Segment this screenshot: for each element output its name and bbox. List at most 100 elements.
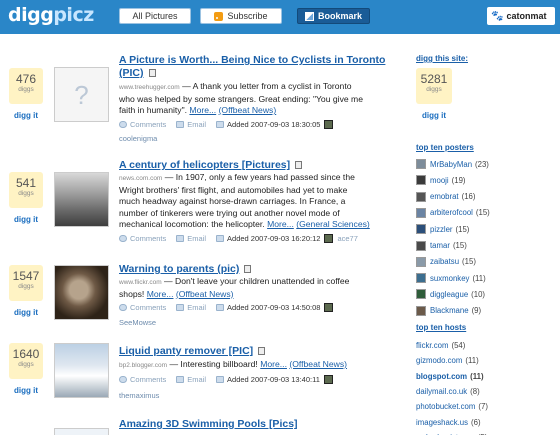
comments-icon	[119, 376, 127, 383]
poster-count: (15)	[462, 257, 476, 267]
story-thumbnail[interactable]	[54, 343, 109, 398]
email-link[interactable]: Email	[187, 375, 206, 384]
story-user-link[interactable]: SeeMowse	[119, 318, 156, 327]
poster-avatar	[416, 191, 426, 202]
site-digg-it-button[interactable]: digg it	[422, 111, 446, 120]
story-thumbnail[interactable]	[54, 265, 109, 320]
host-name[interactable]: flickr.com	[416, 341, 449, 350]
poster-item[interactable]: zaibatsu (15)	[416, 254, 476, 270]
poster-count: (23)	[475, 159, 489, 169]
comments-icon	[119, 235, 127, 242]
host-item[interactable]: flickr.com (54)	[416, 341, 465, 350]
poster-name[interactable]: zaibatsu	[430, 257, 459, 266]
digg-it-button[interactable]: digg it	[14, 111, 38, 120]
story-title-link[interactable]: A Picture is Worth... Being Nice to Cycl…	[119, 54, 385, 66]
poster-name[interactable]: diggleague	[430, 290, 468, 299]
added-icon	[216, 121, 225, 128]
host-name[interactable]: blogspot.com	[416, 372, 467, 381]
picture-type-icon	[244, 265, 252, 273]
comments-link[interactable]: Comments	[130, 234, 166, 243]
more-link[interactable]: More...	[267, 219, 294, 229]
story-source: www.treehugger.com	[119, 84, 180, 91]
comments-link[interactable]: Comments	[130, 375, 166, 384]
story-title-link[interactable]: Warning to parents (pic)	[119, 263, 252, 275]
story-user-link[interactable]: ace77	[337, 234, 357, 243]
user-avatar[interactable]	[323, 375, 333, 384]
digg-it-button[interactable]: digg it	[14, 308, 38, 317]
host-item[interactable]: gizmodo.com (11)	[416, 356, 479, 365]
site-digg-count: 5281	[420, 72, 448, 86]
poster-name[interactable]: arbiterofcool	[430, 208, 473, 217]
email-link[interactable]: Email	[187, 303, 206, 312]
poster-item[interactable]: tamar (15)	[416, 238, 467, 254]
host-name[interactable]: imageshack.us	[416, 418, 468, 427]
digg-it-button[interactable]: digg it	[14, 215, 38, 224]
digg-count: 1640	[12, 347, 40, 361]
poster-item[interactable]: suxmonkey (11)	[416, 270, 486, 286]
story-thumbnail[interactable]	[54, 172, 109, 227]
poster-item[interactable]: diggleague (10)	[416, 286, 485, 302]
story-source: www.flickr.com	[119, 279, 162, 286]
email-link[interactable]: Email	[187, 234, 206, 243]
story-meta: Comments Email Added 2007-09-03 14:50:08	[119, 303, 337, 312]
category-link[interactable]: (General Sciences)	[296, 219, 370, 229]
digg-site-heading: digg this site:	[416, 54, 468, 63]
poster-item[interactable]: pizzler (15)	[416, 221, 469, 237]
site-logo[interactable]: diggpicz	[8, 4, 94, 26]
digg-count-label: diggs	[18, 361, 34, 368]
more-link[interactable]: More...	[260, 359, 287, 369]
story-thumbnail[interactable]	[54, 428, 109, 435]
poster-item[interactable]: mooji (19)	[416, 172, 466, 188]
host-item[interactable]: blogspot.com (11)	[416, 372, 484, 381]
poster-item[interactable]: arbiterofcool (15)	[416, 205, 490, 221]
user-avatar[interactable]	[324, 303, 334, 312]
poster-avatar	[416, 305, 426, 316]
comments-link[interactable]: Comments	[130, 303, 166, 312]
poster-name[interactable]: pizzler	[430, 225, 453, 234]
all-pictures-button[interactable]: All Pictures	[119, 8, 191, 24]
host-name[interactable]: photobucket.com	[416, 402, 475, 411]
story-user-link[interactable]: coolenigma	[119, 134, 157, 143]
host-name[interactable]: dailymail.co.uk	[416, 387, 467, 396]
added-timestamp: Added 2007-09-03 14:50:08	[227, 303, 321, 312]
host-item[interactable]: imageshack.us (6)	[416, 418, 481, 427]
subscribe-button[interactable]: Subscribe	[200, 8, 282, 24]
digg-it-button[interactable]: digg it	[14, 386, 38, 395]
story-title-link[interactable]: Amazing 3D Swimming Pools [Pics]	[119, 418, 298, 430]
category-link[interactable]: (Offbeat News)	[219, 105, 277, 115]
poster-item[interactable]: Blackmane (9)	[416, 303, 481, 319]
comments-icon	[119, 304, 127, 311]
email-icon	[176, 235, 185, 242]
poster-count: (9)	[471, 306, 482, 316]
user-menu-button[interactable]: 🐾 catonmat	[487, 7, 555, 25]
story-title-link[interactable]: Liquid panty remover [PIC]	[119, 345, 266, 357]
host-name[interactable]: gizmodo.com	[416, 356, 462, 365]
bookmark-button[interactable]: Bookmark	[297, 8, 370, 24]
story-thumbnail[interactable]	[54, 67, 109, 122]
more-link[interactable]: More...	[147, 289, 174, 299]
host-item[interactable]: dailymail.co.uk (8)	[416, 387, 480, 396]
poster-item[interactable]: emobrat (16)	[416, 189, 475, 205]
poster-avatar	[416, 175, 426, 186]
paw-icon: 🐾	[491, 10, 504, 22]
story-title-link[interactable]: A century of helicopters [Pictures]	[119, 159, 303, 171]
poster-name[interactable]: emobrat	[430, 192, 459, 201]
comments-link[interactable]: Comments	[130, 120, 166, 129]
email-link[interactable]: Email	[187, 120, 206, 129]
poster-name[interactable]: suxmonkey	[430, 274, 469, 283]
more-link[interactable]: More...	[189, 105, 216, 115]
category-link[interactable]: (Offbeat News)	[176, 289, 234, 299]
user-avatar[interactable]	[324, 120, 334, 129]
host-item[interactable]: photobucket.com (7)	[416, 402, 488, 411]
poster-item[interactable]: MrBabyMan (23)	[416, 156, 489, 172]
poster-name[interactable]: Blackmane	[430, 306, 469, 315]
user-avatar[interactable]	[324, 234, 334, 243]
story-title-link-cont[interactable]: (PIC)	[119, 67, 156, 79]
poster-name[interactable]: mooji	[430, 176, 449, 185]
story-meta: Comments Email Added 2007-09-03 18:30:05	[119, 120, 337, 129]
story-user-link[interactable]: themaximus	[119, 391, 159, 400]
poster-name[interactable]: MrBabyMan	[430, 160, 472, 169]
poster-name[interactable]: tamar	[430, 241, 450, 250]
story-description: news.com.com — In 1907, only a few years…	[119, 172, 370, 230]
category-link[interactable]: (Offbeat News)	[289, 359, 347, 369]
